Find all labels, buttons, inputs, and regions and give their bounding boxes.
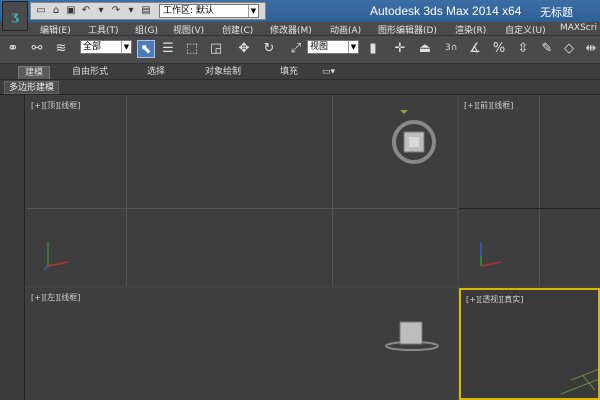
select-object-icon[interactable]: ⬉ <box>137 40 155 58</box>
tab-freeform[interactable]: 自由形式 <box>72 66 108 79</box>
application-menu-button[interactable]: ʒ <box>2 1 28 31</box>
snaps-toggle[interactable]: 3∩ <box>445 43 457 53</box>
reference-coordinate-value: 视图 <box>310 42 329 52</box>
app-title: Autodesk 3ds Max 2014 x64 <box>370 4 522 18</box>
viewport-perspective[interactable]: [+][透视][真实] <box>459 288 600 400</box>
axis-line <box>459 208 600 209</box>
select-and-rotate-icon[interactable]: ↻ <box>260 40 278 58</box>
tab-object-paint[interactable]: 对象绘制 <box>205 66 241 79</box>
axis-tripod-icon <box>43 242 69 271</box>
quick-access-toolbar: ▭ ⌂ ▣ ↶ ▾ ↷ ▾ ▤ 工作区: 默认 ▼ <box>30 2 266 20</box>
edit-named-selection-icon[interactable]: ✎ <box>538 40 556 58</box>
viewport-left[interactable]: [+][左][线框] <box>26 288 457 400</box>
chevron-down-icon: ▼ <box>248 5 258 17</box>
select-and-manipulate-icon[interactable]: ✛ <box>391 40 409 58</box>
window-crossing-icon[interactable]: ◲ <box>207 40 225 58</box>
tab-selection[interactable]: 选择 <box>147 66 165 79</box>
title-bar: ▭ ⌂ ▣ ↶ ▾ ↷ ▾ ▤ 工作区: 默认 ▼ Autodesk 3ds M… <box>0 0 600 22</box>
save-icon[interactable]: ▣ <box>65 5 77 17</box>
select-by-name-icon[interactable]: ☰ <box>159 40 177 58</box>
tab-populate[interactable]: 填充 <box>280 66 298 79</box>
menu-graph-editors[interactable]: 图形编辑器(D) <box>378 23 437 36</box>
grid-line <box>126 96 127 286</box>
selection-filter-value: 全部 <box>83 42 102 52</box>
undo-dropdown-icon[interactable]: ▾ <box>95 5 107 17</box>
redo-dropdown-icon[interactable]: ▾ <box>125 5 137 17</box>
viewcube[interactable] <box>386 110 446 170</box>
axis-tripod-icon <box>480 242 502 267</box>
viewcube[interactable] <box>384 316 444 356</box>
document-title: 无标题 <box>540 6 573 19</box>
ribbon-tabs: 建模 自由形式 选择 对象绘制 填充 ▭▾ <box>0 64 600 80</box>
mirror-icon[interactable]: ⇹ <box>582 40 600 58</box>
ribbon-options-icon[interactable]: ▭▾ <box>322 66 335 79</box>
menu-create[interactable]: 创建(C) <box>222 23 253 36</box>
bind-space-warp-icon[interactable]: ≋ <box>52 40 70 58</box>
select-and-move-icon[interactable]: ✥ <box>235 40 253 58</box>
menu-animation[interactable]: 动画(A) <box>330 23 361 36</box>
reference-coordinate-dropdown[interactable]: 视图 ▼ <box>307 40 359 54</box>
grid-line <box>26 208 457 209</box>
viewport-label-top[interactable]: [+][顶][线框] <box>31 100 80 111</box>
perspective-grid <box>560 369 598 395</box>
selection-filter-dropdown[interactable]: 全部 ▼ <box>80 40 132 54</box>
magnet-icon: ∩ <box>450 43 458 53</box>
select-and-scale-icon[interactable]: ⤢ <box>287 40 305 58</box>
main-toolbar: ⚭ ⚯ ≋ 全部 ▼ ⬉ ☰ ⬚ ◲ ✥ ↻ ⤢ 视图 ▼ ▮ ✛ ⏏ 3∩ ∡… <box>0 36 600 64</box>
rectangular-selection-icon[interactable]: ⬚ <box>183 40 201 58</box>
viewport-label-front[interactable]: [+][前][线框] <box>464 100 513 111</box>
percent-snap-icon[interactable]: % <box>490 40 508 58</box>
workspace-label: 工作区: 默认 <box>163 6 214 16</box>
menu-group[interactable]: 组(G) <box>135 23 158 36</box>
new-file-icon[interactable]: ▭ <box>35 5 47 17</box>
redo-icon[interactable]: ↷ <box>110 5 122 17</box>
use-pivot-center-icon[interactable]: ▮ <box>364 40 382 58</box>
polygon-modeling-panel[interactable]: 多边形建模 <box>4 81 60 94</box>
project-folder-icon[interactable]: ▤ <box>140 5 152 17</box>
undo-icon[interactable]: ↶ <box>80 5 92 17</box>
unlink-icon[interactable]: ⚯ <box>28 40 46 58</box>
angle-snap-icon[interactable]: ∡ <box>466 40 484 58</box>
menu-views[interactable]: 视图(V) <box>173 23 204 36</box>
viewport-label-left[interactable]: [+][左][线框] <box>31 292 80 303</box>
grid-line <box>539 96 540 286</box>
menu-maxscript[interactable]: MAXScri <box>560 23 597 33</box>
viewport-side-strip <box>0 95 25 400</box>
named-selection-sets-icon[interactable]: ◇ <box>560 40 578 58</box>
workspace-dropdown[interactable]: 工作区: 默认 ▼ <box>159 4 259 18</box>
keyboard-shortcut-override-icon[interactable]: ⏏ <box>416 40 434 58</box>
menu-bar: 编辑(E) 工具(T) 组(G) 视图(V) 创建(C) 修改器(M) 动画(A… <box>0 22 600 36</box>
grid-line <box>332 96 333 286</box>
menu-modifiers[interactable]: 修改器(M) <box>270 23 312 36</box>
menu-tools[interactable]: 工具(T) <box>88 23 119 36</box>
spinner-snap-icon[interactable]: ⇳ <box>514 40 532 58</box>
menu-customize[interactable]: 自定义(U) <box>505 23 546 36</box>
open-file-icon[interactable]: ⌂ <box>50 5 62 17</box>
chevron-down-icon: ▼ <box>121 41 131 53</box>
menu-rendering[interactable]: 渲染(R) <box>455 23 486 36</box>
chevron-down-icon: ▼ <box>348 41 358 53</box>
tab-modeling[interactable]: 建模 <box>18 66 51 79</box>
viewport-top[interactable]: [+][顶][线框] <box>26 96 457 286</box>
viewport-front[interactable]: [+][前][线框] <box>459 96 600 286</box>
menu-edit[interactable]: 编辑(E) <box>40 23 71 36</box>
select-and-link-icon[interactable]: ⚭ <box>4 40 22 58</box>
3dsmax-logo-icon: ʒ <box>11 9 19 23</box>
ribbon-panel-bar: 多边形建模 <box>0 80 600 95</box>
